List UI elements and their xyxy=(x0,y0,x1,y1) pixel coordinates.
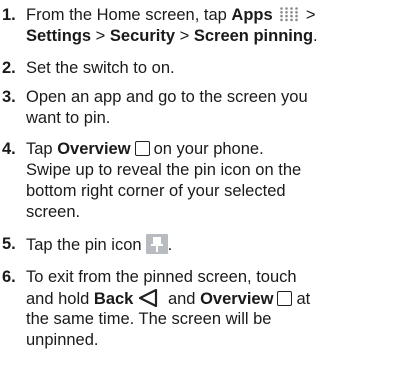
step-line: Tap Overview on your phone. xyxy=(26,139,390,160)
step-number: 2. xyxy=(2,59,16,77)
screen-pinning-label: Screen pinning xyxy=(193,27,314,45)
settings-label: Settings xyxy=(26,27,92,45)
step-6: 6. To exit from the pinned screen, touch… xyxy=(0,267,390,353)
step-3: 3. Open an app and go to the screen you … xyxy=(0,87,390,131)
step-line: To exit from the pinned screen, touch xyxy=(26,268,297,286)
overview-label: Overview xyxy=(200,290,274,308)
back-label: Back xyxy=(93,290,134,308)
step-line: want to pin. xyxy=(26,109,111,127)
step-line: bottom right corner of your selected xyxy=(26,182,286,200)
instructions-document: 1. From the Home screen, tap Apps > Sett… xyxy=(0,0,395,391)
apps-label: Apps xyxy=(231,6,273,24)
step-line: Swipe up to reveal the pin icon on the xyxy=(26,161,302,179)
step-text: > xyxy=(91,27,110,45)
step-line: Set the switch to on. xyxy=(26,59,175,77)
step-line: Open an app and go to the screen you xyxy=(26,88,308,106)
step-text: . xyxy=(313,27,318,45)
step-text: on your phone. xyxy=(153,140,264,158)
step-line: screen. xyxy=(26,203,81,221)
step-text: > xyxy=(175,27,194,45)
step-body: Open an app and go to the screen you wan… xyxy=(26,87,390,129)
step-text: Tap the pin icon xyxy=(26,236,142,254)
step-line: unpinned. xyxy=(26,331,99,349)
step-text: From the Home screen, tap xyxy=(26,6,232,24)
overview-label: Overview xyxy=(57,140,131,158)
step-body: To exit from the pinned screen, touch an… xyxy=(26,267,390,351)
step-number: 6. xyxy=(2,268,16,286)
step-text: and hold xyxy=(26,290,94,308)
step-text: > xyxy=(301,6,316,24)
step-line: Tap the pin icon . xyxy=(26,234,390,255)
step-body: Set the switch to on. xyxy=(26,58,390,79)
step-1: 1. From the Home screen, tap Apps > Sett… xyxy=(0,5,390,49)
step-body: Tap Overview on your phone. Swipe up to r… xyxy=(26,139,390,223)
step-number: 4. xyxy=(2,140,16,158)
apps-grid-icon xyxy=(280,7,299,22)
overview-square-icon xyxy=(277,291,293,306)
pin-icon xyxy=(145,234,168,254)
step-body: From the Home screen, tap Apps > Setting… xyxy=(26,5,390,47)
step-2: 2. Set the switch to on. xyxy=(0,58,390,80)
step-5: 5. Tap the pin icon . xyxy=(0,234,390,258)
step-body: Tap the pin icon . xyxy=(26,234,390,255)
step-number: 3. xyxy=(2,88,16,106)
step-line: Settings > Security > Screen pinning. xyxy=(26,26,390,47)
back-triangle-icon xyxy=(139,288,158,308)
step-text: at xyxy=(296,290,311,308)
step-line: From the Home screen, tap Apps > xyxy=(26,5,390,26)
step-text: Tap xyxy=(26,140,58,158)
overview-square-icon xyxy=(134,141,150,156)
step-line: and hold Back and Overview at xyxy=(26,288,390,309)
step-number: 1. xyxy=(2,6,16,24)
step-line: the same time. The screen will be xyxy=(26,310,272,328)
step-text: . xyxy=(167,236,173,254)
step-text: and xyxy=(163,290,201,308)
step-4: 4. Tap Overview on your phone. Swipe up t… xyxy=(0,139,390,225)
step-number: 5. xyxy=(2,235,16,253)
security-label: Security xyxy=(109,27,176,45)
